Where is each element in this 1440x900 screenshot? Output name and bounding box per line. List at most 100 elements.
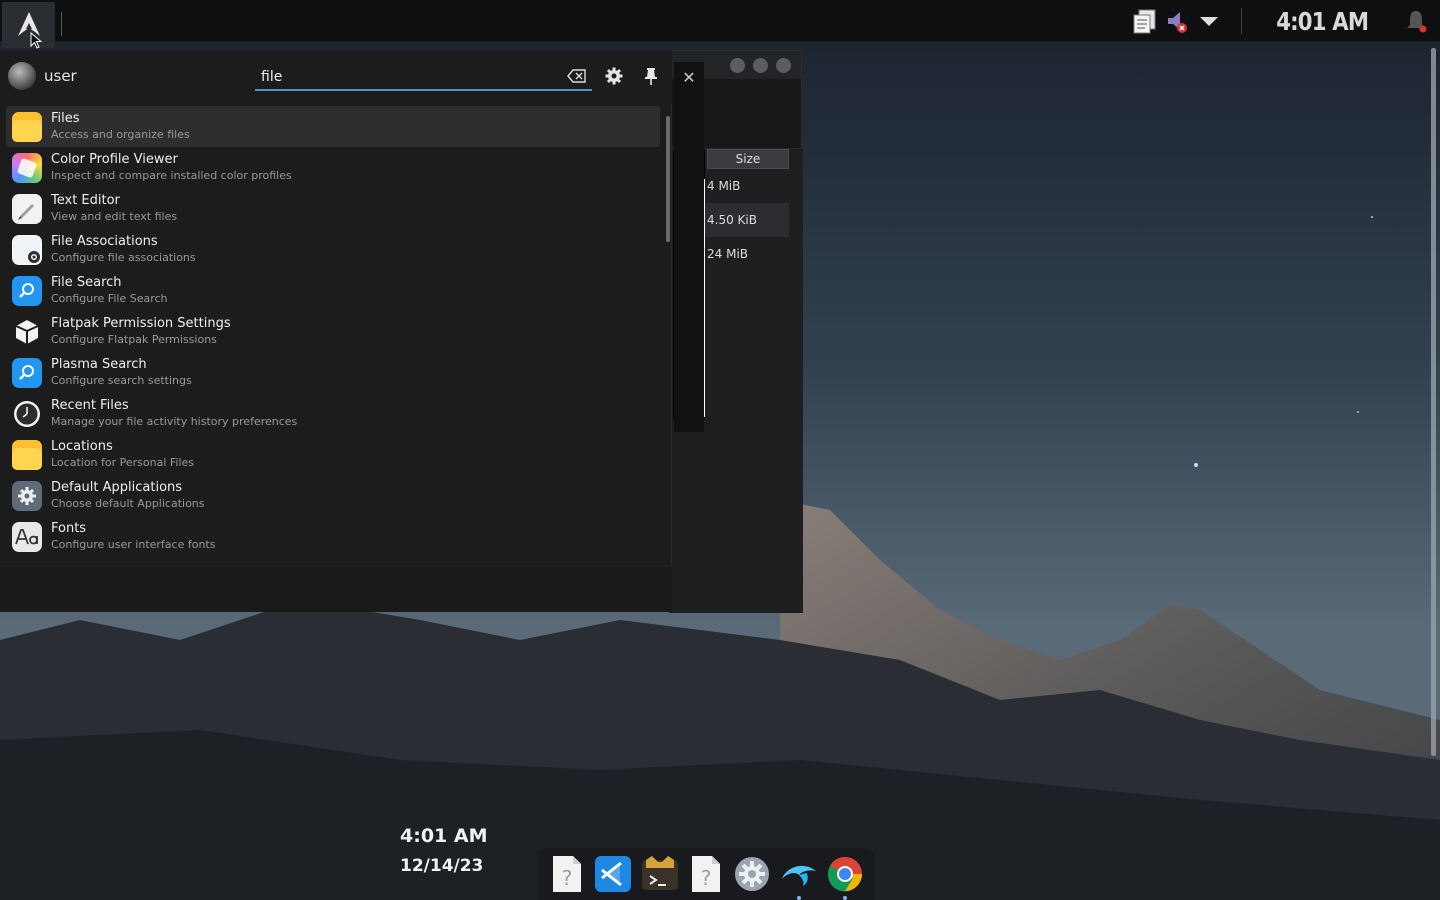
application-launcher-button[interactable] bbox=[2, 2, 55, 49]
result-text: Flatpak Permission Settings Configure Fl… bbox=[51, 316, 231, 347]
clipboard-icon[interactable] bbox=[1129, 5, 1161, 37]
user-avatar[interactable] bbox=[8, 62, 36, 90]
result-text: File Associations Configure file associa… bbox=[51, 234, 196, 265]
result-item-files[interactable]: Files Access and organize files bbox=[6, 106, 660, 147]
close-launcher-icon[interactable]: ✕ bbox=[680, 68, 698, 87]
file-size-cell[interactable]: 24 MiB bbox=[705, 237, 789, 271]
system-settings-icon[interactable] bbox=[733, 854, 771, 894]
desktop-scrollbar[interactable] bbox=[1431, 48, 1436, 756]
minimize-button[interactable] bbox=[730, 57, 745, 73]
result-description: View and edit text files bbox=[51, 210, 178, 223]
result-title: Fonts bbox=[51, 521, 87, 536]
result-description: Inspect and compare installed color prof… bbox=[51, 169, 292, 182]
running-indicator bbox=[842, 896, 847, 900]
search-results-list: Files Access and organize files Color Pr… bbox=[6, 106, 660, 557]
settings-gear-icon[interactable] bbox=[603, 65, 625, 87]
application-launcher-popup: user file ✕ Files Access and organize fi… bbox=[0, 50, 704, 612]
result-item-file-associations[interactable]: File Associations Configure file associa… bbox=[6, 229, 660, 270]
results-scrollbar[interactable] bbox=[666, 116, 670, 242]
result-text: Files Access and organize files bbox=[51, 111, 190, 142]
maximize-button[interactable] bbox=[753, 57, 768, 73]
search-field[interactable] bbox=[255, 63, 592, 91]
running-indicator bbox=[796, 896, 801, 900]
clear-search-icon[interactable] bbox=[567, 68, 587, 84]
result-title: Locations bbox=[51, 439, 113, 454]
color-profile-icon bbox=[12, 152, 42, 183]
file-size-cell[interactable]: 4 MiB bbox=[705, 169, 789, 203]
size-column-header[interactable]: Size bbox=[707, 149, 789, 169]
result-description: Configure Flatpak Permissions bbox=[51, 333, 217, 346]
result-item-locations[interactable]: Locations Location for Personal Files bbox=[6, 434, 660, 475]
tray-separator bbox=[1240, 8, 1242, 34]
result-title: Recent Files bbox=[51, 398, 129, 413]
volume-muted-icon[interactable] bbox=[1161, 5, 1193, 37]
user-name[interactable]: user bbox=[44, 67, 77, 85]
file-size-cell[interactable]: 4.50 KiB bbox=[705, 203, 789, 237]
unknown-app-icon[interactable]: ? bbox=[548, 854, 586, 894]
folder-icon bbox=[12, 439, 42, 470]
folder-icon bbox=[12, 111, 42, 142]
file-associations-icon bbox=[12, 234, 42, 265]
vscode-icon[interactable] bbox=[594, 854, 632, 894]
dolphin-icon[interactable] bbox=[780, 854, 818, 900]
result-description: Configure search settings bbox=[51, 374, 192, 387]
result-title: File Associations bbox=[51, 234, 158, 249]
result-item-fonts[interactable]: Fonts Configure user interface fonts bbox=[6, 516, 660, 557]
dock: ? ? bbox=[538, 848, 874, 900]
result-description: Configure file associations bbox=[51, 251, 196, 264]
flatpak-icon bbox=[12, 317, 42, 347]
desktop-clock-widget: 4:01 AM 12/14/23 bbox=[400, 824, 488, 878]
result-title: File Search bbox=[51, 275, 122, 290]
clock-icon bbox=[12, 399, 42, 429]
result-item-text-editor[interactable]: Text Editor View and edit text files bbox=[6, 188, 660, 229]
result-description: Manage your file activity history prefer… bbox=[51, 415, 298, 428]
svg-text:?: ? bbox=[701, 866, 712, 890]
result-text: Text Editor View and edit text files bbox=[51, 193, 177, 224]
result-text: Default Applications Choose default Appl… bbox=[51, 480, 205, 511]
chrome-icon[interactable] bbox=[826, 854, 864, 900]
result-description: Access and organize files bbox=[51, 128, 190, 141]
result-description: Choose default Applications bbox=[51, 497, 205, 510]
top-panel: 4:01 AM bbox=[0, 0, 1440, 49]
result-text: Color Profile Viewer Inspect and compare… bbox=[51, 152, 292, 183]
result-title: Color Profile Viewer bbox=[51, 152, 178, 167]
notifications-bell-icon[interactable] bbox=[1400, 5, 1432, 37]
panel-clock[interactable]: 4:01 AM bbox=[1276, 7, 1369, 36]
result-item-recent-files[interactable]: Recent Files Manage your file activity h… bbox=[6, 393, 660, 434]
terminal-icon[interactable] bbox=[641, 854, 679, 894]
result-item-plasma-search[interactable]: Plasma Search Configure search settings bbox=[6, 352, 660, 393]
result-title: Files bbox=[51, 111, 80, 126]
result-title: Plasma Search bbox=[51, 357, 147, 372]
result-text: Fonts Configure user interface fonts bbox=[51, 521, 215, 552]
result-item-default-applications[interactable]: Default Applications Choose default Appl… bbox=[6, 475, 660, 516]
result-item-flatpak-permission-settings[interactable]: Flatpak Permission Settings Configure Fl… bbox=[6, 311, 660, 352]
result-description: Configure File Search bbox=[51, 292, 168, 305]
result-title: Default Applications bbox=[51, 480, 183, 495]
file-search-icon bbox=[12, 275, 42, 306]
result-description: Configure user interface fonts bbox=[51, 538, 216, 551]
system-tray: 4:01 AM bbox=[1129, 0, 1440, 42]
panel-separator bbox=[61, 12, 62, 36]
unknown-app-icon[interactable]: ? bbox=[687, 854, 725, 894]
result-text: Recent Files Manage your file activity h… bbox=[51, 398, 297, 429]
close-button[interactable] bbox=[776, 57, 791, 73]
tray-expand-chevron-down-icon[interactable] bbox=[1193, 5, 1225, 37]
result-description: Location for Personal Files bbox=[51, 456, 195, 469]
launcher-footer bbox=[0, 566, 672, 612]
search-input[interactable] bbox=[261, 66, 551, 88]
result-item-color-profile-viewer[interactable]: Color Profile Viewer Inspect and compare… bbox=[6, 147, 660, 188]
launcher-header: user bbox=[0, 50, 672, 104]
result-title: Flatpak Permission Settings bbox=[51, 316, 231, 331]
result-text: File Search Configure File Search bbox=[51, 275, 168, 306]
desktop-clock-time: 4:01 AM bbox=[400, 825, 488, 847]
pin-icon[interactable] bbox=[640, 65, 662, 87]
result-text: Plasma Search Configure search settings bbox=[51, 357, 192, 388]
result-title: Text Editor bbox=[51, 193, 120, 208]
result-item-file-search[interactable]: File Search Configure File Search bbox=[6, 270, 660, 311]
fonts-icon bbox=[12, 521, 42, 552]
text-editor-icon bbox=[12, 193, 42, 224]
gear-icon bbox=[12, 480, 42, 511]
mouse-cursor-icon bbox=[30, 32, 43, 49]
svg-text:?: ? bbox=[562, 866, 573, 890]
desktop-clock-date: 12/14/23 bbox=[400, 856, 484, 876]
